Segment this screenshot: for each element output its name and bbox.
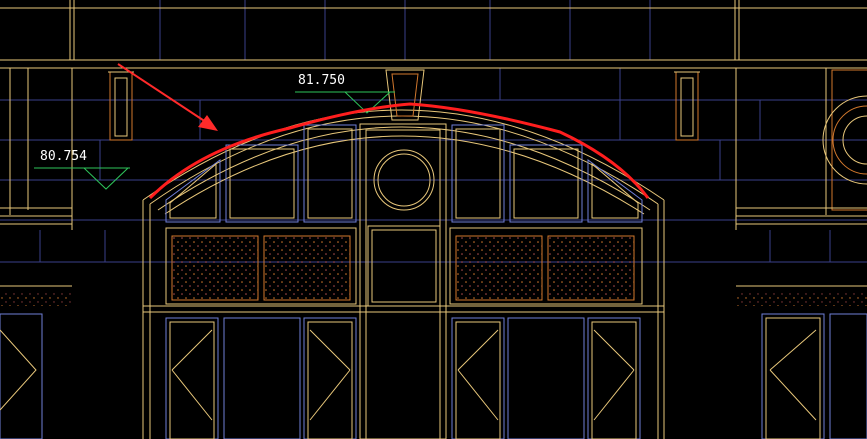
elevation-top-label: 81.750: [298, 73, 345, 88]
elevation-left-label: 80.754: [40, 149, 87, 164]
cad-drawing-viewport[interactable]: 80.754 81.750: [0, 0, 867, 439]
